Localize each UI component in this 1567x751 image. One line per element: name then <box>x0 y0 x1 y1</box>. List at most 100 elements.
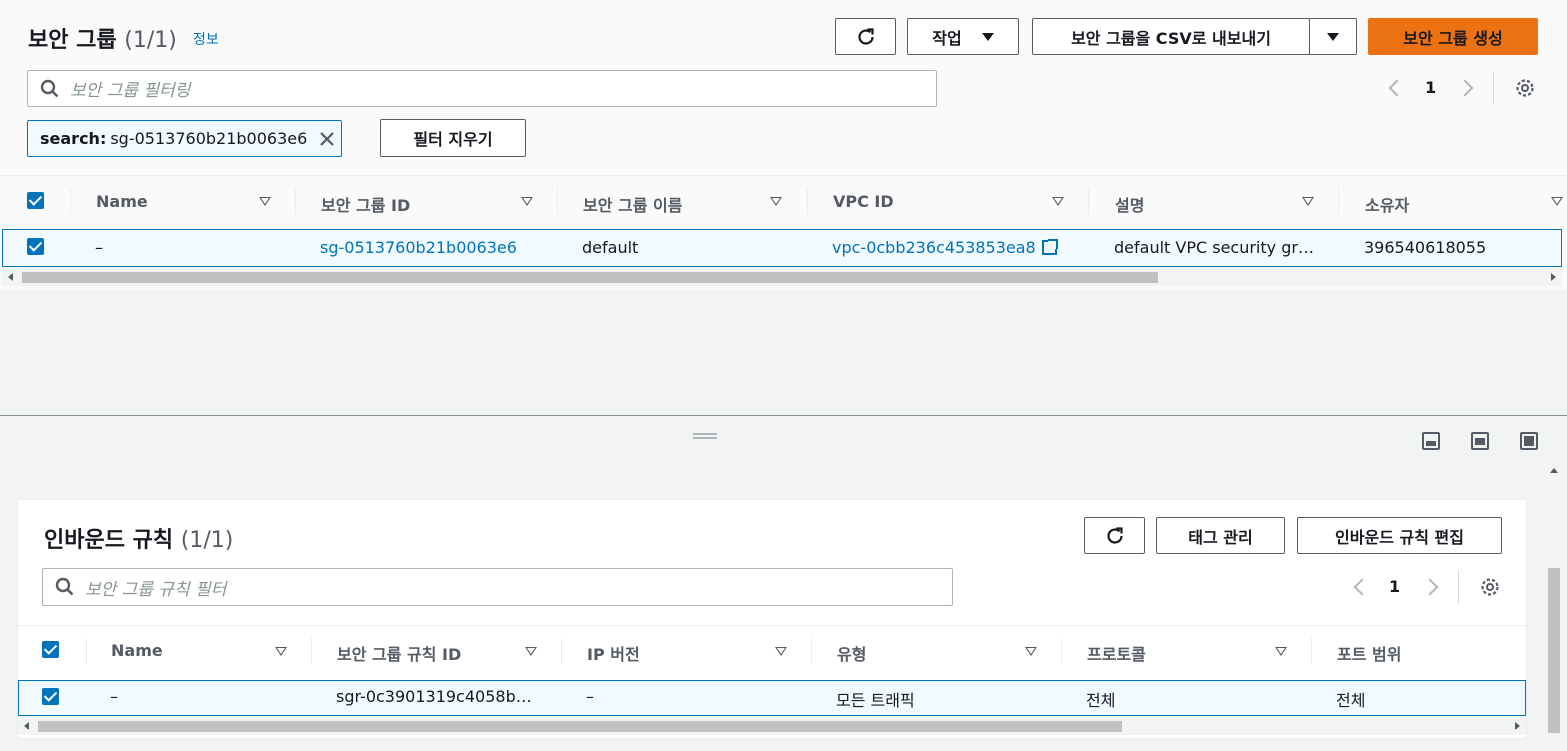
column-divider <box>70 188 71 214</box>
chevron-left-icon[interactable] <box>1353 578 1371 596</box>
refresh-icon <box>857 27 874 45</box>
rules-page-number[interactable]: 1 <box>1389 577 1400 596</box>
resize-handle[interactable] <box>693 433 717 439</box>
column-header-vpc-id[interactable]: VPC ID <box>833 192 894 211</box>
vpc-id-text: vpc-0cbb236c453853ea8 <box>832 238 1036 257</box>
column-header-group-id[interactable]: 보안 그룹 ID <box>321 192 410 216</box>
scroll-up-arrow[interactable] <box>1550 468 1558 473</box>
rule-cell-port-range: 전체 <box>1336 691 1366 710</box>
search-placeholder: 보안 그룹 필터링 <box>70 81 191 101</box>
table-row[interactable] <box>2 229 1562 267</box>
sort-icon[interactable] <box>1302 197 1314 206</box>
sort-icon[interactable] <box>275 647 287 656</box>
chevron-left-icon[interactable] <box>1388 79 1406 97</box>
info-link[interactable]: 정보 <box>193 29 219 49</box>
scroll-left-arrow[interactable] <box>8 273 13 281</box>
dock-bottom-icon[interactable] <box>1422 432 1440 450</box>
sort-icon[interactable] <box>259 197 271 206</box>
rule-cell-protocol: 전체 <box>1086 691 1116 710</box>
cell-vpc-id-link[interactable]: vpc-0cbb236c453853ea8 <box>832 238 1058 257</box>
rules-column-protocol[interactable]: 프로토콜 <box>1087 641 1146 665</box>
edit-inbound-rules-button[interactable]: 인바운드 규칙 편집 <box>1297 517 1502 554</box>
refresh-button[interactable] <box>835 18 896 55</box>
rules-horizontal-scrollbar[interactable] <box>18 717 1526 735</box>
vertical-scrollbar-thumb[interactable] <box>1548 568 1560 733</box>
select-all-checkbox[interactable] <box>27 192 44 209</box>
scrollbar-thumb[interactable] <box>38 721 1122 732</box>
table-top-border <box>0 175 1567 176</box>
column-divider <box>1061 638 1062 664</box>
select-all-rules-checkbox[interactable] <box>42 641 59 658</box>
column-divider <box>1088 188 1089 214</box>
vertical-scrollbar[interactable] <box>1546 460 1563 740</box>
row-checkbox[interactable] <box>27 238 44 255</box>
sort-icon[interactable] <box>1275 647 1287 656</box>
sort-icon[interactable] <box>1025 647 1037 656</box>
rule-row-checkbox[interactable] <box>42 688 59 705</box>
inbound-rules-panel: 인바운드 규칙 (1/1) 태그 관리 인바운드 규칙 편집 보안 그룹 규칙 … <box>17 499 1527 739</box>
security-group-filter-input[interactable]: 보안 그룹 필터링 <box>27 70 937 107</box>
pager-divider <box>1493 71 1494 105</box>
rules-refresh-button[interactable] <box>1084 517 1145 554</box>
column-divider <box>561 638 562 664</box>
create-security-group-button[interactable]: 보안 그룹 생성 <box>1368 18 1538 55</box>
export-dropdown-button[interactable] <box>1309 18 1357 55</box>
chevron-right-icon[interactable] <box>1421 578 1439 596</box>
security-groups-panel: 보안 그룹 (1/1) 정보 작업 보안 그룹을 CSV로 내보내기 보안 그룹… <box>0 0 1567 290</box>
sort-icon[interactable] <box>521 197 533 206</box>
scrollbar-thumb[interactable] <box>22 272 1158 283</box>
rules-column-port-range[interactable]: 포트 범위 <box>1337 641 1401 665</box>
column-header-owner[interactable]: 소유자 <box>1365 192 1409 216</box>
sort-icon[interactable] <box>770 197 782 206</box>
column-header-group-name[interactable]: 보안 그룹 이름 <box>583 192 682 216</box>
sort-icon[interactable] <box>1052 197 1064 206</box>
export-csv-button[interactable]: 보안 그룹을 CSV로 내보내기 <box>1032 18 1310 55</box>
refresh-icon <box>1106 526 1123 544</box>
column-header-description[interactable]: 설명 <box>1115 192 1144 216</box>
sort-icon[interactable] <box>1551 197 1563 206</box>
manage-tags-button[interactable]: 태그 관리 <box>1156 517 1285 554</box>
table-row[interactable] <box>18 680 1526 716</box>
column-divider <box>811 638 812 664</box>
close-icon[interactable] <box>319 131 335 147</box>
horizontal-scrollbar[interactable] <box>2 268 1562 286</box>
rules-column-name[interactable]: Name <box>111 641 163 660</box>
column-divider <box>1338 188 1339 214</box>
rules-column-type[interactable]: 유형 <box>837 641 866 665</box>
rules-column-rule-id[interactable]: 보안 그룹 규칙 ID <box>337 641 461 665</box>
rules-filter-input[interactable]: 보안 그룹 규칙 필터 <box>42 568 953 606</box>
inbound-rules-title: 인바운드 규칙 (1/1) <box>44 522 233 554</box>
actions-button[interactable]: 작업 <box>907 18 1019 55</box>
caret-down-icon <box>1327 32 1339 41</box>
manage-tags-label: 태그 관리 <box>1188 527 1253 547</box>
token-key: search: <box>40 129 107 148</box>
page-number[interactable]: 1 <box>1425 78 1436 97</box>
cell-owner: 396540618055 <box>1364 238 1487 257</box>
sort-icon[interactable] <box>775 647 787 656</box>
chevron-right-icon[interactable] <box>1456 79 1474 97</box>
create-label: 보안 그룹 생성 <box>1403 28 1503 48</box>
scroll-left-arrow[interactable] <box>24 722 29 730</box>
sort-icon[interactable] <box>525 647 537 656</box>
token-value: sg-0513760b21b0063e6 <box>110 129 308 148</box>
rules-search-placeholder: 보안 그룹 규칙 필터 <box>85 579 227 600</box>
scroll-right-arrow[interactable] <box>1551 273 1556 281</box>
column-divider <box>86 638 87 664</box>
panel-splitter[interactable] <box>0 415 1567 416</box>
cell-group-id-link[interactable]: sg-0513760b21b0063e6 <box>320 238 517 257</box>
clear-filters-button[interactable]: 필터 지우기 <box>380 119 526 157</box>
settings-icon[interactable] <box>1514 77 1536 99</box>
caret-down-icon <box>981 32 994 41</box>
scroll-right-arrow[interactable] <box>1515 722 1520 730</box>
search-icon <box>40 79 59 97</box>
rules-column-ip-version[interactable]: IP 버전 <box>587 641 640 665</box>
cell-description: default VPC security gr… <box>1114 238 1314 257</box>
settings-icon[interactable] <box>1479 576 1501 598</box>
column-divider <box>557 188 558 214</box>
column-header-name[interactable]: Name <box>96 192 148 211</box>
dock-full-icon[interactable] <box>1520 432 1538 450</box>
external-link-icon <box>1041 239 1058 255</box>
dock-side-icon[interactable] <box>1471 432 1489 450</box>
page-title: 보안 그룹 (1/1) <box>28 22 177 54</box>
table-top-border <box>18 625 1526 626</box>
